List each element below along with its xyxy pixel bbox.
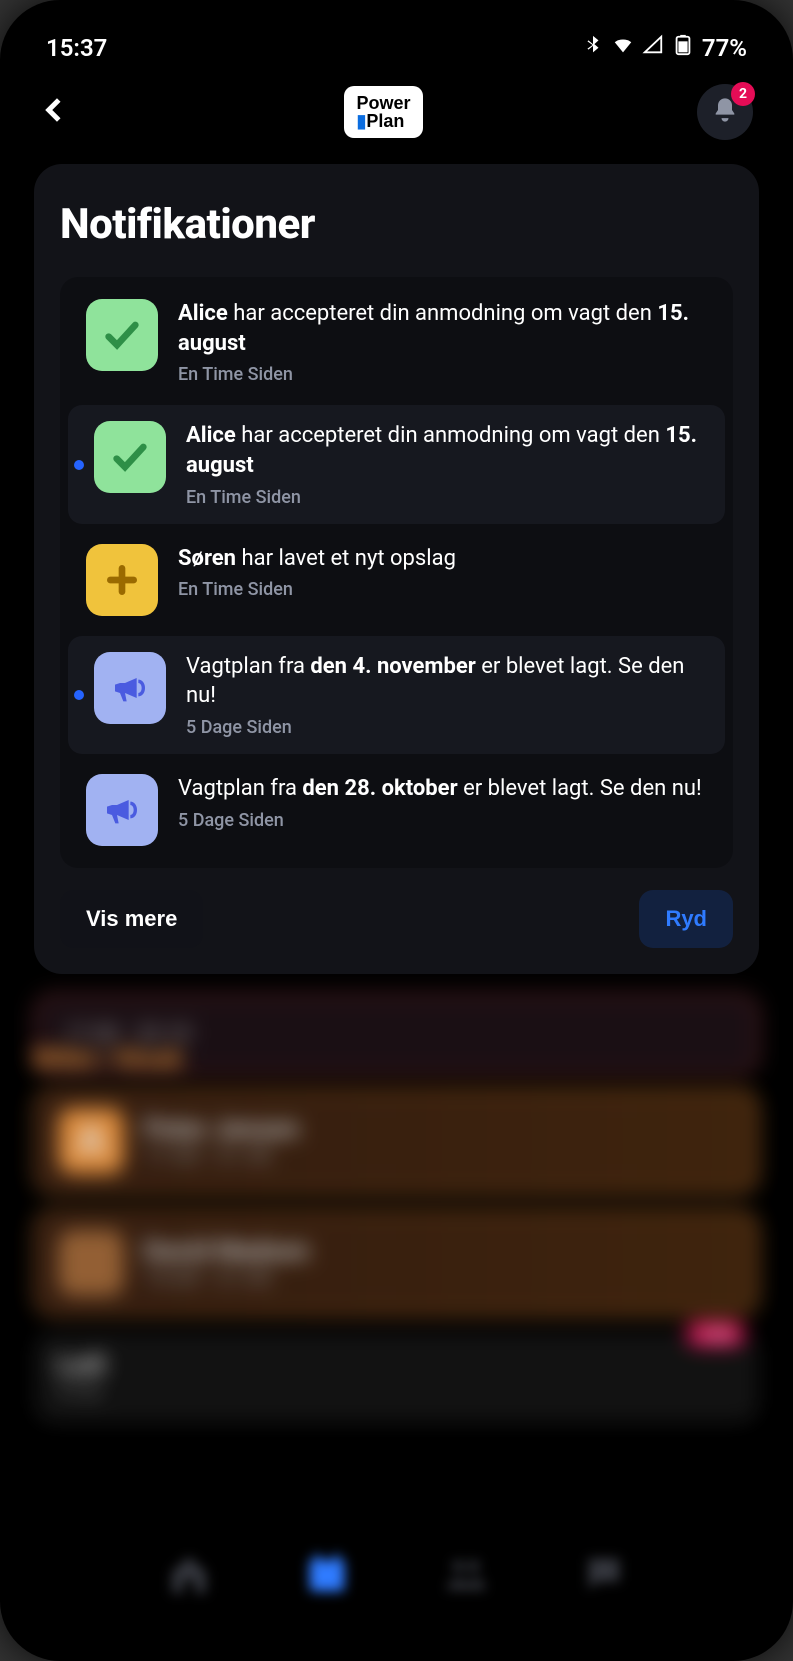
shift-name: David Madsen <box>144 1236 309 1266</box>
bg-content: Billet / Kiosk Peter Jensen 17.00 - 21.3… <box>34 1044 759 1439</box>
wifi-icon <box>612 34 634 62</box>
shift-info: Peter Jensen 17.00 - 21.30 <box>144 1114 299 1169</box>
show-more-button[interactable]: Vis mere <box>60 890 203 948</box>
logo-bottom: ▮Plan <box>356 112 410 130</box>
app-header: Power ▮Plan 2 <box>14 72 779 164</box>
back-button[interactable] <box>40 95 70 129</box>
nav-home[interactable] <box>166 1551 212 1597</box>
shift-time: 17.0 <box>56 1380 106 1405</box>
check-icon <box>86 299 158 371</box>
nav-chat[interactable] <box>581 1551 627 1597</box>
notification-time: En Time Siden <box>186 487 707 508</box>
notification-badge: 2 <box>731 82 755 106</box>
check-icon <box>94 421 166 493</box>
status-bar: 15:37 77% <box>14 14 779 72</box>
notification-text: Alice har accepteret din anmodning om va… <box>178 299 715 358</box>
app-logo: Power ▮Plan <box>344 86 422 138</box>
notification-text: Vagtplan fra den 28. oktober er blevet l… <box>178 774 715 804</box>
battery-percent: 77% <box>702 34 747 62</box>
notification-body: Alice har accepteret din anmodning om va… <box>186 421 707 507</box>
battery-icon <box>672 34 694 62</box>
notification-time: En Time Siden <box>178 364 715 385</box>
notification-time: 5 Dage Siden <box>178 810 715 831</box>
phone-frame: 15:37 77% <box>0 0 793 1661</box>
unread-dot-icon <box>74 690 84 700</box>
plus-icon <box>86 544 158 616</box>
bg-section-title: Billet / Kiosk <box>34 1044 759 1074</box>
nav-people[interactable] <box>443 1551 489 1597</box>
vacant-pill: Ledig <box>686 1322 745 1346</box>
shift-name: Peter Jensen <box>144 1114 299 1144</box>
clear-button[interactable]: Ryd <box>639 890 733 948</box>
notification-body: Søren har lavet et nyt opslag En Time Si… <box>178 544 715 601</box>
status-time: 15:37 <box>46 34 107 62</box>
shift-time: 17.00 - 21.30 <box>144 1144 299 1169</box>
shift-card[interactable]: Peter Jensen 17.00 - 21.30 <box>34 1088 759 1194</box>
nav-calendar[interactable] <box>304 1551 350 1597</box>
shift-card-vacant[interactable]: Ledig Ledi 17.0 <box>34 1332 759 1423</box>
bottom-nav <box>14 1551 779 1597</box>
megaphone-icon <box>86 774 158 846</box>
logo-top: Power <box>356 94 410 112</box>
avatar-icon <box>58 1108 124 1174</box>
notification-item[interactable]: Alice har accepteret din anmodning om va… <box>68 405 725 523</box>
bluetooth-icon <box>582 34 604 62</box>
panel-actions: Vis mere Ryd <box>60 890 733 948</box>
shift-time: 15.00 - 21.00 <box>144 1266 309 1291</box>
phone-screen: 15:37 77% <box>14 14 779 1647</box>
notification-body: Vagtplan fra den 4. november er blevet l… <box>186 652 707 738</box>
shift-name: Ledi <box>56 1350 106 1380</box>
notification-time: 5 Dage Siden <box>186 717 707 738</box>
shift-card[interactable]: David Madsen 15.00 - 21.00 <box>34 1210 759 1316</box>
notification-text: Vagtplan fra den 4. november er blevet l… <box>186 652 707 711</box>
notification-list: Alice har accepteret din anmodning om va… <box>60 277 733 868</box>
notification-item[interactable]: Søren har lavet et nyt opslag En Time Si… <box>60 528 733 632</box>
notification-item[interactable]: Vagtplan fra den 4. november er blevet l… <box>68 636 725 754</box>
avatar-icon <box>58 1230 124 1296</box>
megaphone-icon <box>94 652 166 724</box>
notification-text: Søren har lavet et nyt opslag <box>178 544 715 574</box>
signal-icon <box>642 34 664 62</box>
unread-dot-icon <box>74 460 84 470</box>
panel-title: Notifikationer <box>60 200 733 249</box>
notification-body: Alice har accepteret din anmodning om va… <box>178 299 715 385</box>
notifications-panel: Notifikationer Alice har accepteret din … <box>34 164 759 974</box>
shift-info: David Madsen 15.00 - 21.00 <box>144 1236 309 1291</box>
status-icons: 77% <box>582 34 747 62</box>
notifications-bell[interactable]: 2 <box>697 84 753 140</box>
notification-item[interactable]: Vagtplan fra den 28. oktober er blevet l… <box>60 758 733 862</box>
notification-body: Vagtplan fra den 28. oktober er blevet l… <box>178 774 715 831</box>
notification-time: En Time Siden <box>178 579 715 600</box>
notification-item[interactable]: Alice har accepteret din anmodning om va… <box>60 283 733 401</box>
shift-info: Ledi 17.0 <box>56 1350 106 1405</box>
notification-text: Alice har accepteret din anmodning om va… <box>186 421 707 480</box>
